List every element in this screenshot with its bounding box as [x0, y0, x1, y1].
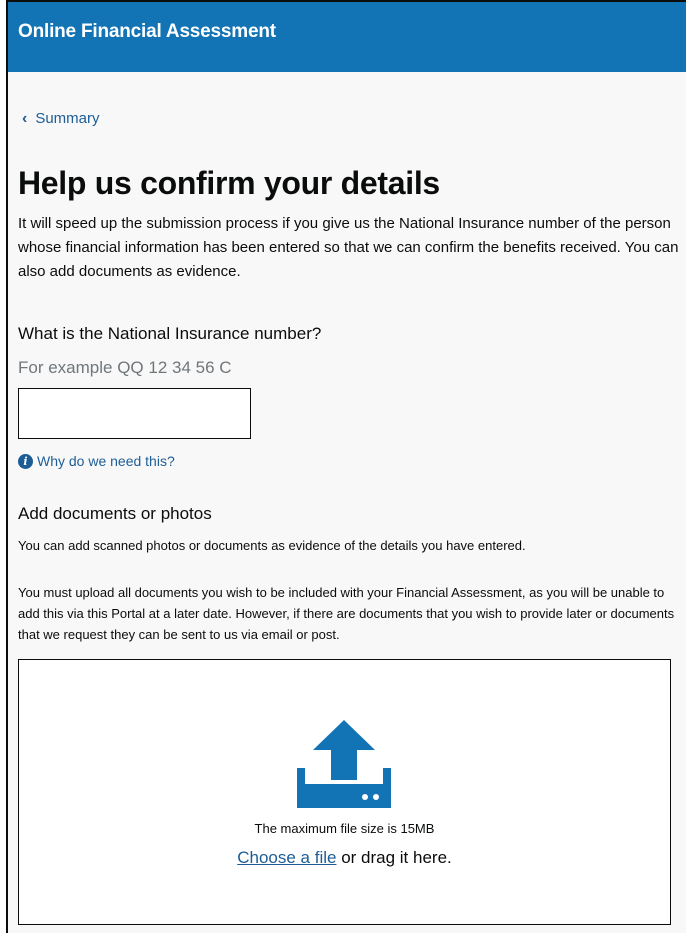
documents-hint: You can add scanned photos or documents … [18, 538, 526, 553]
ni-number-label: What is the National Insurance number? [18, 324, 322, 343]
drag-here-text: or drag it here. [336, 848, 452, 867]
choose-file-line: Choose a file or drag it here. [19, 848, 670, 868]
documents-warning: You must upload all documents you wish t… [18, 585, 675, 642]
site-header: Online Financial Assessment [8, 2, 686, 72]
why-need-this-link[interactable]: i Why do we need this? [18, 453, 175, 469]
ni-number-hint: For example QQ 12 34 56 C [18, 358, 232, 377]
why-need-this-label: Why do we need this? [37, 453, 175, 469]
back-link-summary[interactable]: ‹ Summary [22, 110, 100, 127]
page-frame: Online Financial Assessment ‹ Summary He… [6, 0, 686, 933]
documents-label: Add documents or photos [18, 504, 212, 523]
chevron-left-icon: ‹ [22, 109, 28, 127]
choose-file-link[interactable]: Choose a file [237, 848, 336, 867]
back-link-label: Summary [35, 110, 100, 127]
page-title: Help us confirm your details [18, 165, 440, 201]
header-title: Online Financial Assessment [18, 21, 276, 42]
intro-text: It will speed up the submission process … [18, 215, 679, 280]
max-file-size-text: The maximum file size is 15MB [254, 821, 435, 836]
upload-icon [297, 720, 391, 808]
info-icon: i [18, 453, 33, 469]
file-dropzone[interactable]: The maximum file size is 15MB Choose a f… [18, 659, 671, 925]
ni-number-input[interactable] [18, 388, 251, 439]
